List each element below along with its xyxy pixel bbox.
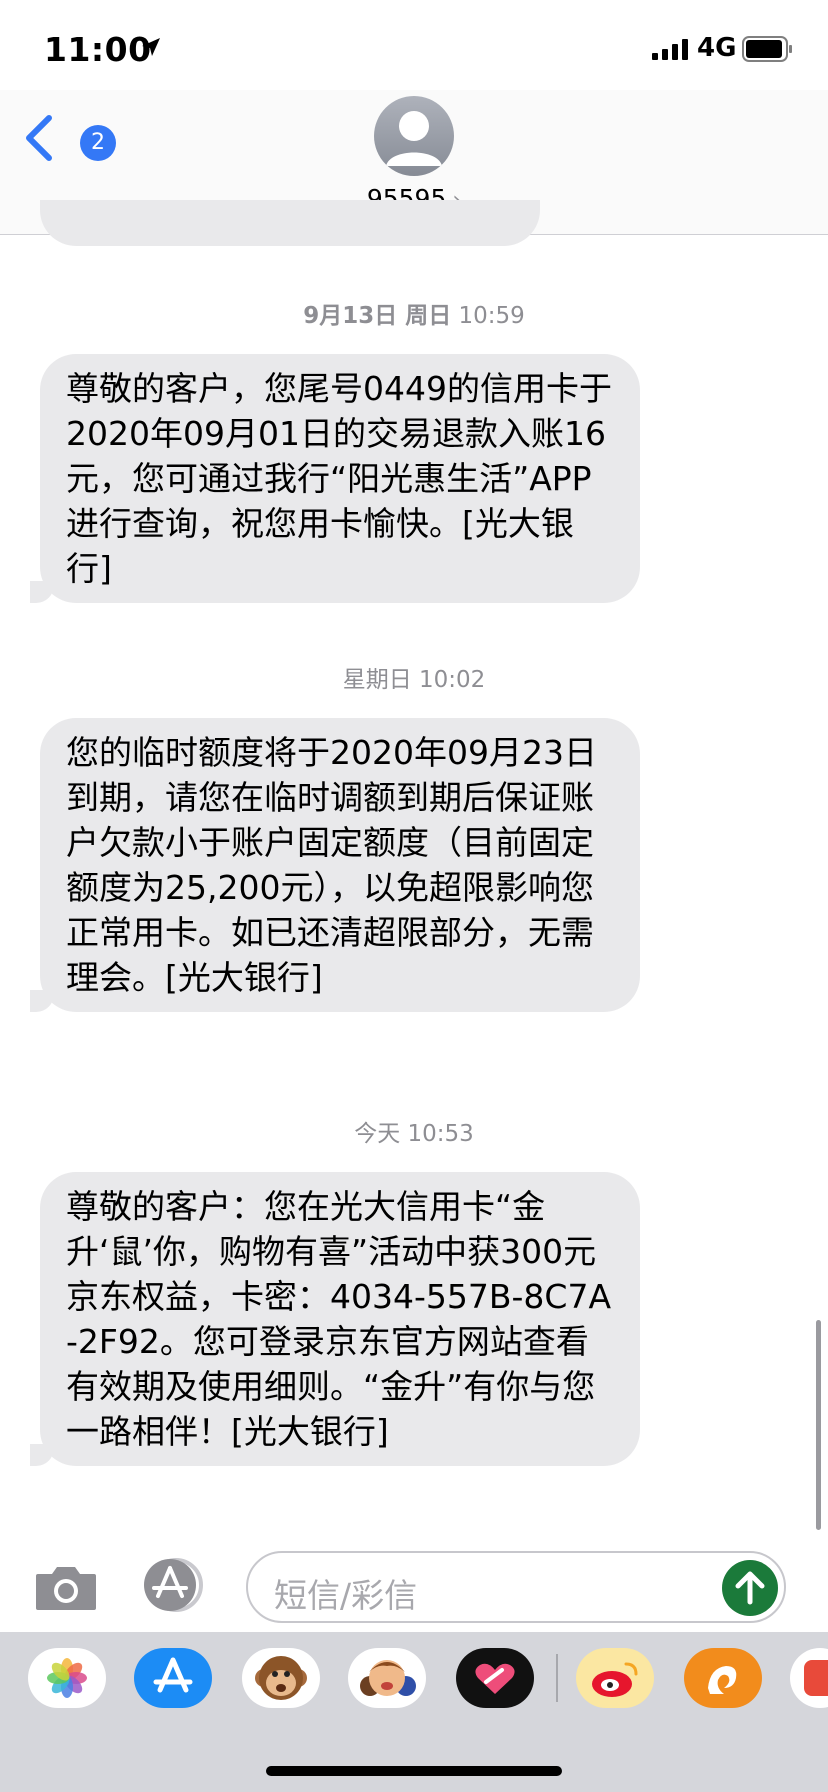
send-button[interactable] bbox=[722, 1560, 778, 1616]
app-store-icon bbox=[153, 1657, 193, 1693]
memoji-app-button[interactable] bbox=[348, 1648, 426, 1708]
memoji-icon bbox=[360, 1660, 416, 1696]
location-arrow-icon bbox=[142, 38, 160, 56]
person-icon bbox=[386, 111, 442, 166]
digital-touch-icon bbox=[475, 1663, 515, 1694]
message-timestamp: 今天 10:53 bbox=[0, 1114, 828, 1148]
timestamp-time: 星期日 10:02 bbox=[342, 667, 486, 693]
status-bar: 11:00 4G bbox=[0, 0, 828, 90]
drawer-divider bbox=[556, 1654, 558, 1702]
home-indicator[interactable] bbox=[266, 1766, 562, 1776]
battery-icon bbox=[742, 36, 792, 62]
photos-icon bbox=[47, 1658, 87, 1698]
photos-app-button[interactable] bbox=[28, 1648, 106, 1708]
message-input-placeholder: 短信/彩信 bbox=[274, 1576, 418, 1615]
message-input[interactable]: 短信/彩信 bbox=[246, 1551, 786, 1623]
arrow-up-icon bbox=[735, 1571, 765, 1605]
app-store-button[interactable] bbox=[140, 1558, 212, 1612]
uc-browser-icon bbox=[708, 1666, 737, 1694]
app-store-app-button[interactable] bbox=[134, 1648, 212, 1708]
message-timestamp: 星期日 10:02 bbox=[0, 660, 828, 694]
camera-icon[interactable] bbox=[34, 1562, 98, 1612]
timestamp-time: 今天 10:53 bbox=[354, 1121, 474, 1147]
uc-browser-app-button[interactable] bbox=[684, 1648, 762, 1708]
app-store-icon bbox=[144, 1558, 203, 1612]
monkey-memoji-icon bbox=[255, 1656, 307, 1700]
status-time: 11:00 bbox=[44, 30, 152, 69]
digital-touch-app-button[interactable] bbox=[456, 1648, 534, 1708]
app-drawer bbox=[0, 1632, 828, 1792]
weibo-icon bbox=[592, 1662, 638, 1697]
weibo-app-button[interactable] bbox=[576, 1648, 654, 1708]
scrollbar[interactable] bbox=[816, 1320, 821, 1530]
message-timestamp: 9月13日 周日 10:59 bbox=[0, 296, 828, 330]
timestamp-date: 9月13日 周日 bbox=[303, 303, 452, 329]
message-bubble[interactable]: 您的临时额度将于2020年09月23日到期，请您在临时调额到期后保证账户欠款小于… bbox=[30, 718, 640, 1012]
back-button[interactable]: 2 bbox=[24, 106, 116, 166]
partial-app-button[interactable] bbox=[790, 1648, 828, 1708]
unread-count-badge: 2 bbox=[80, 125, 116, 161]
timestamp-time: 10:59 bbox=[451, 303, 525, 329]
chevron-left-icon bbox=[26, 115, 52, 161]
network-type: 4G bbox=[697, 33, 737, 63]
message-bubble-partial bbox=[40, 200, 540, 246]
contact-avatar[interactable] bbox=[374, 96, 454, 176]
signal-bars-icon bbox=[652, 39, 688, 60]
partial-app-icon bbox=[804, 1660, 828, 1696]
message-bubble[interactable]: 尊敬的客户：您在光大信用卡“金升‘鼠’你，购物有喜”活动中获300元京东权益，卡… bbox=[30, 1172, 640, 1466]
animoji-app-button[interactable] bbox=[242, 1648, 320, 1708]
message-bubble[interactable]: 尊敬的客户，您尾号0449的信用卡于2020年09月01日的交易退款入账16元，… bbox=[30, 354, 640, 603]
